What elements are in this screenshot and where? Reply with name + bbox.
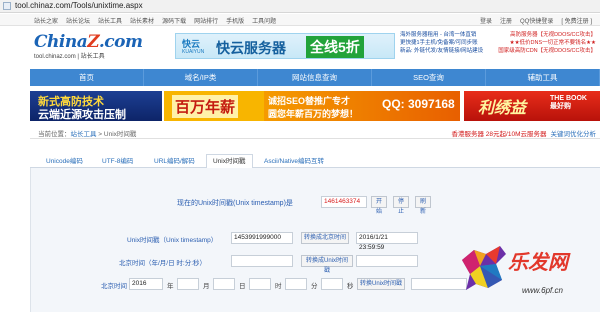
banner-brand-sub: KUAIYUN (182, 49, 205, 55)
free-register-link[interactable]: [ 免费注册 ] (561, 16, 592, 25)
start-button[interactable]: 开始 (371, 196, 387, 215)
breadcrumb-prefix: 当前位置： (38, 131, 71, 138)
to-unix-button[interactable]: 转换成Unix时间戳 (301, 255, 353, 274)
unix-result-field[interactable] (356, 255, 418, 267)
watermark-logo: 乐发网 www.6pf.cn (456, 236, 600, 312)
top-link[interactable]: 站长素材 (130, 16, 154, 25)
nav-home[interactable]: 首页 (30, 69, 144, 86)
year-unit: 年 (167, 283, 174, 290)
browser-address-bar[interactable]: tool.chinaz.com/Tools/unixtime.aspx (0, 0, 600, 13)
tab-utf8[interactable]: UTF-8编码 (96, 155, 139, 168)
watermark-text: 乐发网 (508, 250, 568, 274)
year-input[interactable]: 2016 (129, 278, 163, 290)
register-link[interactable]: 注册 (500, 16, 512, 25)
minute-unit: 分 (311, 283, 318, 290)
month-input[interactable] (177, 278, 199, 290)
kuaiyun-banner[interactable]: 快云 KUAIYUN 快云服务器 全线5折 (175, 33, 395, 59)
breadcrumb-sep: > (96, 131, 104, 138)
top-link[interactable]: 工具问题 (252, 16, 276, 25)
refresh-button[interactable]: 刷新 (415, 196, 431, 215)
url-text[interactable]: tool.chinaz.com/Tools/unixtime.aspx (15, 1, 143, 10)
logo-china: China (34, 32, 88, 52)
logo-z: Z (87, 32, 99, 52)
unix-timestamp-label: Unix时间戳（Unix timestamp） (127, 237, 218, 244)
text-ad[interactable]: 高防服务器【无视DDOS/CC攻击】 (510, 31, 596, 39)
bull-logo-icon (462, 246, 506, 290)
banner-title: 快云服务器 (216, 40, 286, 56)
ad-banner-row: 新式高防技术 云端近源攻击压制 百万年薪 诚招SEO替推广专才 圆您年薪百万的梦… (30, 91, 600, 121)
breadcrumb: 当前位置：站长工具 > Unix时间戳 香港服务器 28元起/10M云服务器 关键… (30, 125, 600, 139)
account-links: 登录 注册 QQ快捷登录 [ 免费注册 ] (480, 16, 592, 25)
qq-login-link[interactable]: QQ快捷登录 (520, 16, 553, 25)
tab-unix-time[interactable]: Unix时间戳 (206, 154, 253, 169)
text-ad[interactable]: 更快捷1手主机/免备案/可同步账 (400, 39, 478, 47)
text-ad[interactable]: 国家级高防CDN【无视DDOS/CC攻击】 (498, 47, 596, 55)
watermark-url: www.6pf.cn (522, 286, 563, 295)
top-links: 站长之家 站长论坛 站长工具 站长素材 源码下载 网站排行 手机版 工具问题 (34, 16, 276, 25)
ad4-text: 利绣益 (478, 100, 527, 117)
promo-hk-server[interactable]: 香港服务器 28元起/10M云服务器 (452, 131, 547, 138)
text-ad[interactable]: ★★低价DNS一切正常不要钱名★★ (510, 39, 596, 47)
breadcrumb-site-link[interactable]: 站长工具 (71, 131, 97, 138)
top-link[interactable]: 网站排行 (194, 16, 218, 25)
ad1-line2: 云端近源攻击压制 (38, 109, 126, 121)
hour-input[interactable] (249, 278, 271, 290)
ad-high-defense[interactable]: 新式高防技术 云端近源攻击压制 (30, 91, 162, 121)
ad-shopping[interactable]: 利绣益 THE BOOK 最好购 (464, 91, 600, 121)
page-icon (3, 2, 11, 10)
promo-keyword[interactable]: 关键词优化分析 (551, 131, 597, 138)
top-links-bar: 站长之家 站长论坛 站长工具 站长素材 源码下载 网站排行 手机版 工具问题 登… (0, 14, 600, 26)
now-timestamp-value: 1461463374 (321, 196, 367, 208)
top-link[interactable]: 站长之家 (34, 16, 58, 25)
login-link[interactable]: 登录 (480, 16, 492, 25)
ad2-text: 百万年薪 (172, 95, 239, 118)
nav-seo[interactable]: SEO查询 (372, 69, 486, 86)
beijing-result-field[interactable]: 2016/1/21 23:59:59 (356, 232, 418, 251)
to-beijing-button[interactable]: 转换成北京时间 (301, 232, 349, 244)
second-unit: 秒 (347, 283, 354, 290)
top-link[interactable]: 站长论坛 (66, 16, 90, 25)
unix-timestamp-input[interactable]: 1453991999000 (231, 232, 293, 244)
convert-unix-button[interactable]: 转换Unix时间戳 (357, 278, 405, 290)
site-logo[interactable]: ChinaZ.com tool.chinaz.com | 站长工具 (34, 32, 143, 60)
ad3-qq: QQ: 3097168 (382, 97, 455, 111)
logo-subtitle: tool.chinaz.com | 站长工具 (34, 54, 105, 60)
ad-seo-recruit[interactable]: 诚招SEO替推广专才 圆您年薪百万的梦想！ QQ: 3097168 (264, 91, 460, 121)
stop-button[interactable]: 停止 (393, 196, 409, 215)
month-unit: 月 (203, 283, 210, 290)
nav-domain-ip[interactable]: 域名/IP类 (144, 69, 258, 86)
text-ads: 海外服务器租用 - 台湾一体直销 高防服务器【无视DDOS/CC攻击】 更快捷1手… (400, 31, 596, 55)
tab-unicode[interactable]: Unicode编码 (40, 155, 89, 168)
text-ad[interactable]: 海外服务器租用 - 台湾一体直销 (400, 31, 476, 39)
hour-unit: 时 (275, 283, 282, 290)
tab-ascii-native[interactable]: Ascii/Native编码互转 (258, 155, 330, 168)
beijing-time-format-label: 北京时间（年/月/日 时:分:秒） (119, 260, 207, 267)
top-link[interactable]: 源码下载 (162, 16, 186, 25)
main-navigation: 首页 域名/IP类 网站信息查询 SEO查询 辅助工具 (30, 69, 600, 86)
now-timestamp-label: 现在的Unix时间戳(Unix timestamp)是 (177, 200, 293, 207)
nav-aux-tools[interactable]: 辅助工具 (486, 69, 600, 86)
second-input[interactable] (321, 278, 343, 290)
top-link[interactable]: 手机版 (226, 16, 244, 25)
ad4-sub: THE BOOK 最好购 (550, 95, 587, 110)
text-ad[interactable]: 新品: 外链代发/友情链接/网站建设 (400, 47, 483, 55)
minute-input[interactable] (285, 278, 307, 290)
ad-salary[interactable]: 百万年薪 (164, 91, 264, 121)
banner-highlight: 全线5折 (306, 36, 364, 58)
tab-url[interactable]: URL编码/解码 (148, 155, 201, 168)
breadcrumb-current: Unix时间戳 (103, 131, 137, 138)
beijing-time-label: 北京时间 (101, 283, 127, 290)
nav-site-info[interactable]: 网站信息查询 (258, 69, 372, 86)
top-link[interactable]: 站长工具 (98, 16, 122, 25)
ad3-line2: 圆您年薪百万的梦想！ (268, 109, 359, 119)
site-header: ChinaZ.com tool.chinaz.com | 站长工具 快云 KUA… (0, 27, 600, 68)
logo-com: .com (98, 32, 143, 52)
day-input[interactable] (213, 278, 235, 290)
tool-tabs: Unicode编码 UTF-8编码 URL编码/解码 Unix时间戳 Ascii… (30, 152, 600, 169)
ad3-line1: 诚招SEO替推广专才 (268, 96, 351, 106)
day-unit: 日 (239, 283, 246, 290)
beijing-time-input[interactable] (231, 255, 293, 267)
